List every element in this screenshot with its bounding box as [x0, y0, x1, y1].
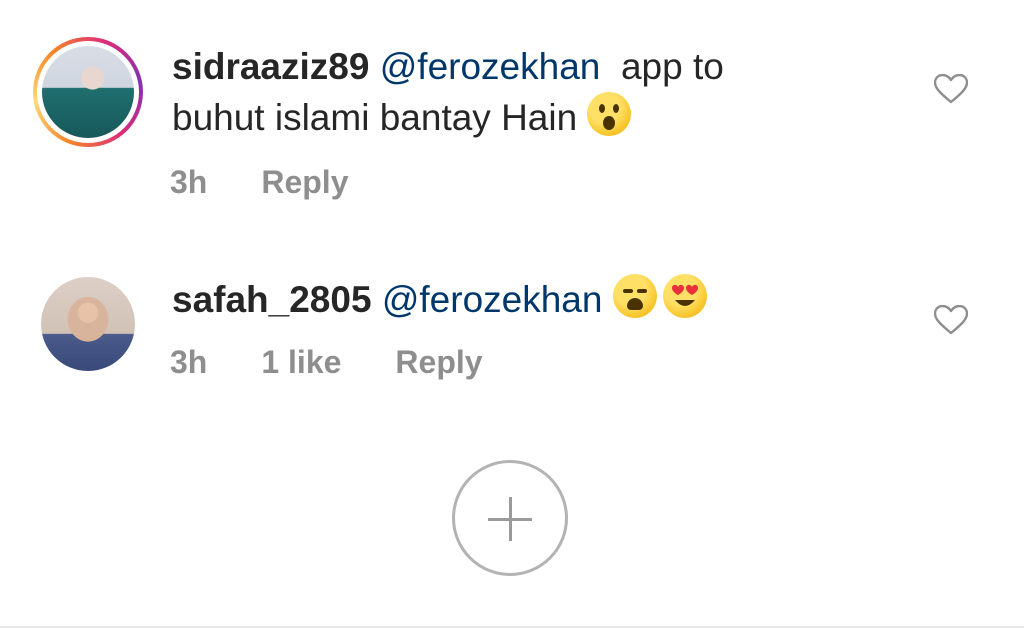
- plus-circle-icon[interactable]: [452, 460, 568, 576]
- comment-body-line2: buhut islami bantay Hain: [172, 97, 578, 138]
- avatar-story-ring[interactable]: [33, 37, 143, 147]
- comment-time: 3h: [170, 164, 208, 200]
- heart-outline-icon[interactable]: [934, 305, 968, 335]
- comment-mention[interactable]: @ferozekhan: [382, 279, 603, 320]
- hushed-face-emoji-icon: [587, 92, 632, 136]
- comment-meta: 3h 1 like Reply: [170, 344, 483, 381]
- comment-text: sidraaziz89 @ferozekhan app to buhut isl…: [172, 42, 872, 143]
- like-count[interactable]: 1 like: [261, 344, 341, 381]
- comments-screen: sidraaziz89 @ferozekhan app to buhut isl…: [0, 0, 1024, 630]
- avatar-ring-inner: [37, 41, 139, 143]
- comment-meta: 3h Reply: [170, 164, 348, 201]
- comment-item: sidraaziz89 @ferozekhan app to buhut isl…: [0, 0, 1024, 230]
- comment-mention[interactable]: @ferozekhan: [380, 46, 601, 87]
- heart-outline-icon[interactable]: [934, 74, 968, 104]
- reply-button[interactable]: Reply: [395, 344, 482, 381]
- comment-username[interactable]: safah_2805: [172, 279, 372, 320]
- avatar: [41, 277, 135, 371]
- comment-item: safah_2805 @ferozekhan 3h 1 like Reply: [0, 230, 1024, 430]
- comment-username[interactable]: sidraaziz89: [172, 46, 369, 87]
- avatar: [42, 46, 134, 138]
- heart-eyes-emoji-icon: [662, 274, 707, 318]
- divider: [0, 626, 1024, 628]
- comment-time: 3h: [170, 344, 208, 380]
- weary-face-emoji-icon: [612, 274, 657, 318]
- avatar-wrapper[interactable]: [41, 277, 135, 371]
- reply-button[interactable]: Reply: [261, 164, 348, 201]
- comment-body-line1: app to: [620, 46, 724, 87]
- comment-text: safah_2805 @ferozekhan: [172, 274, 872, 325]
